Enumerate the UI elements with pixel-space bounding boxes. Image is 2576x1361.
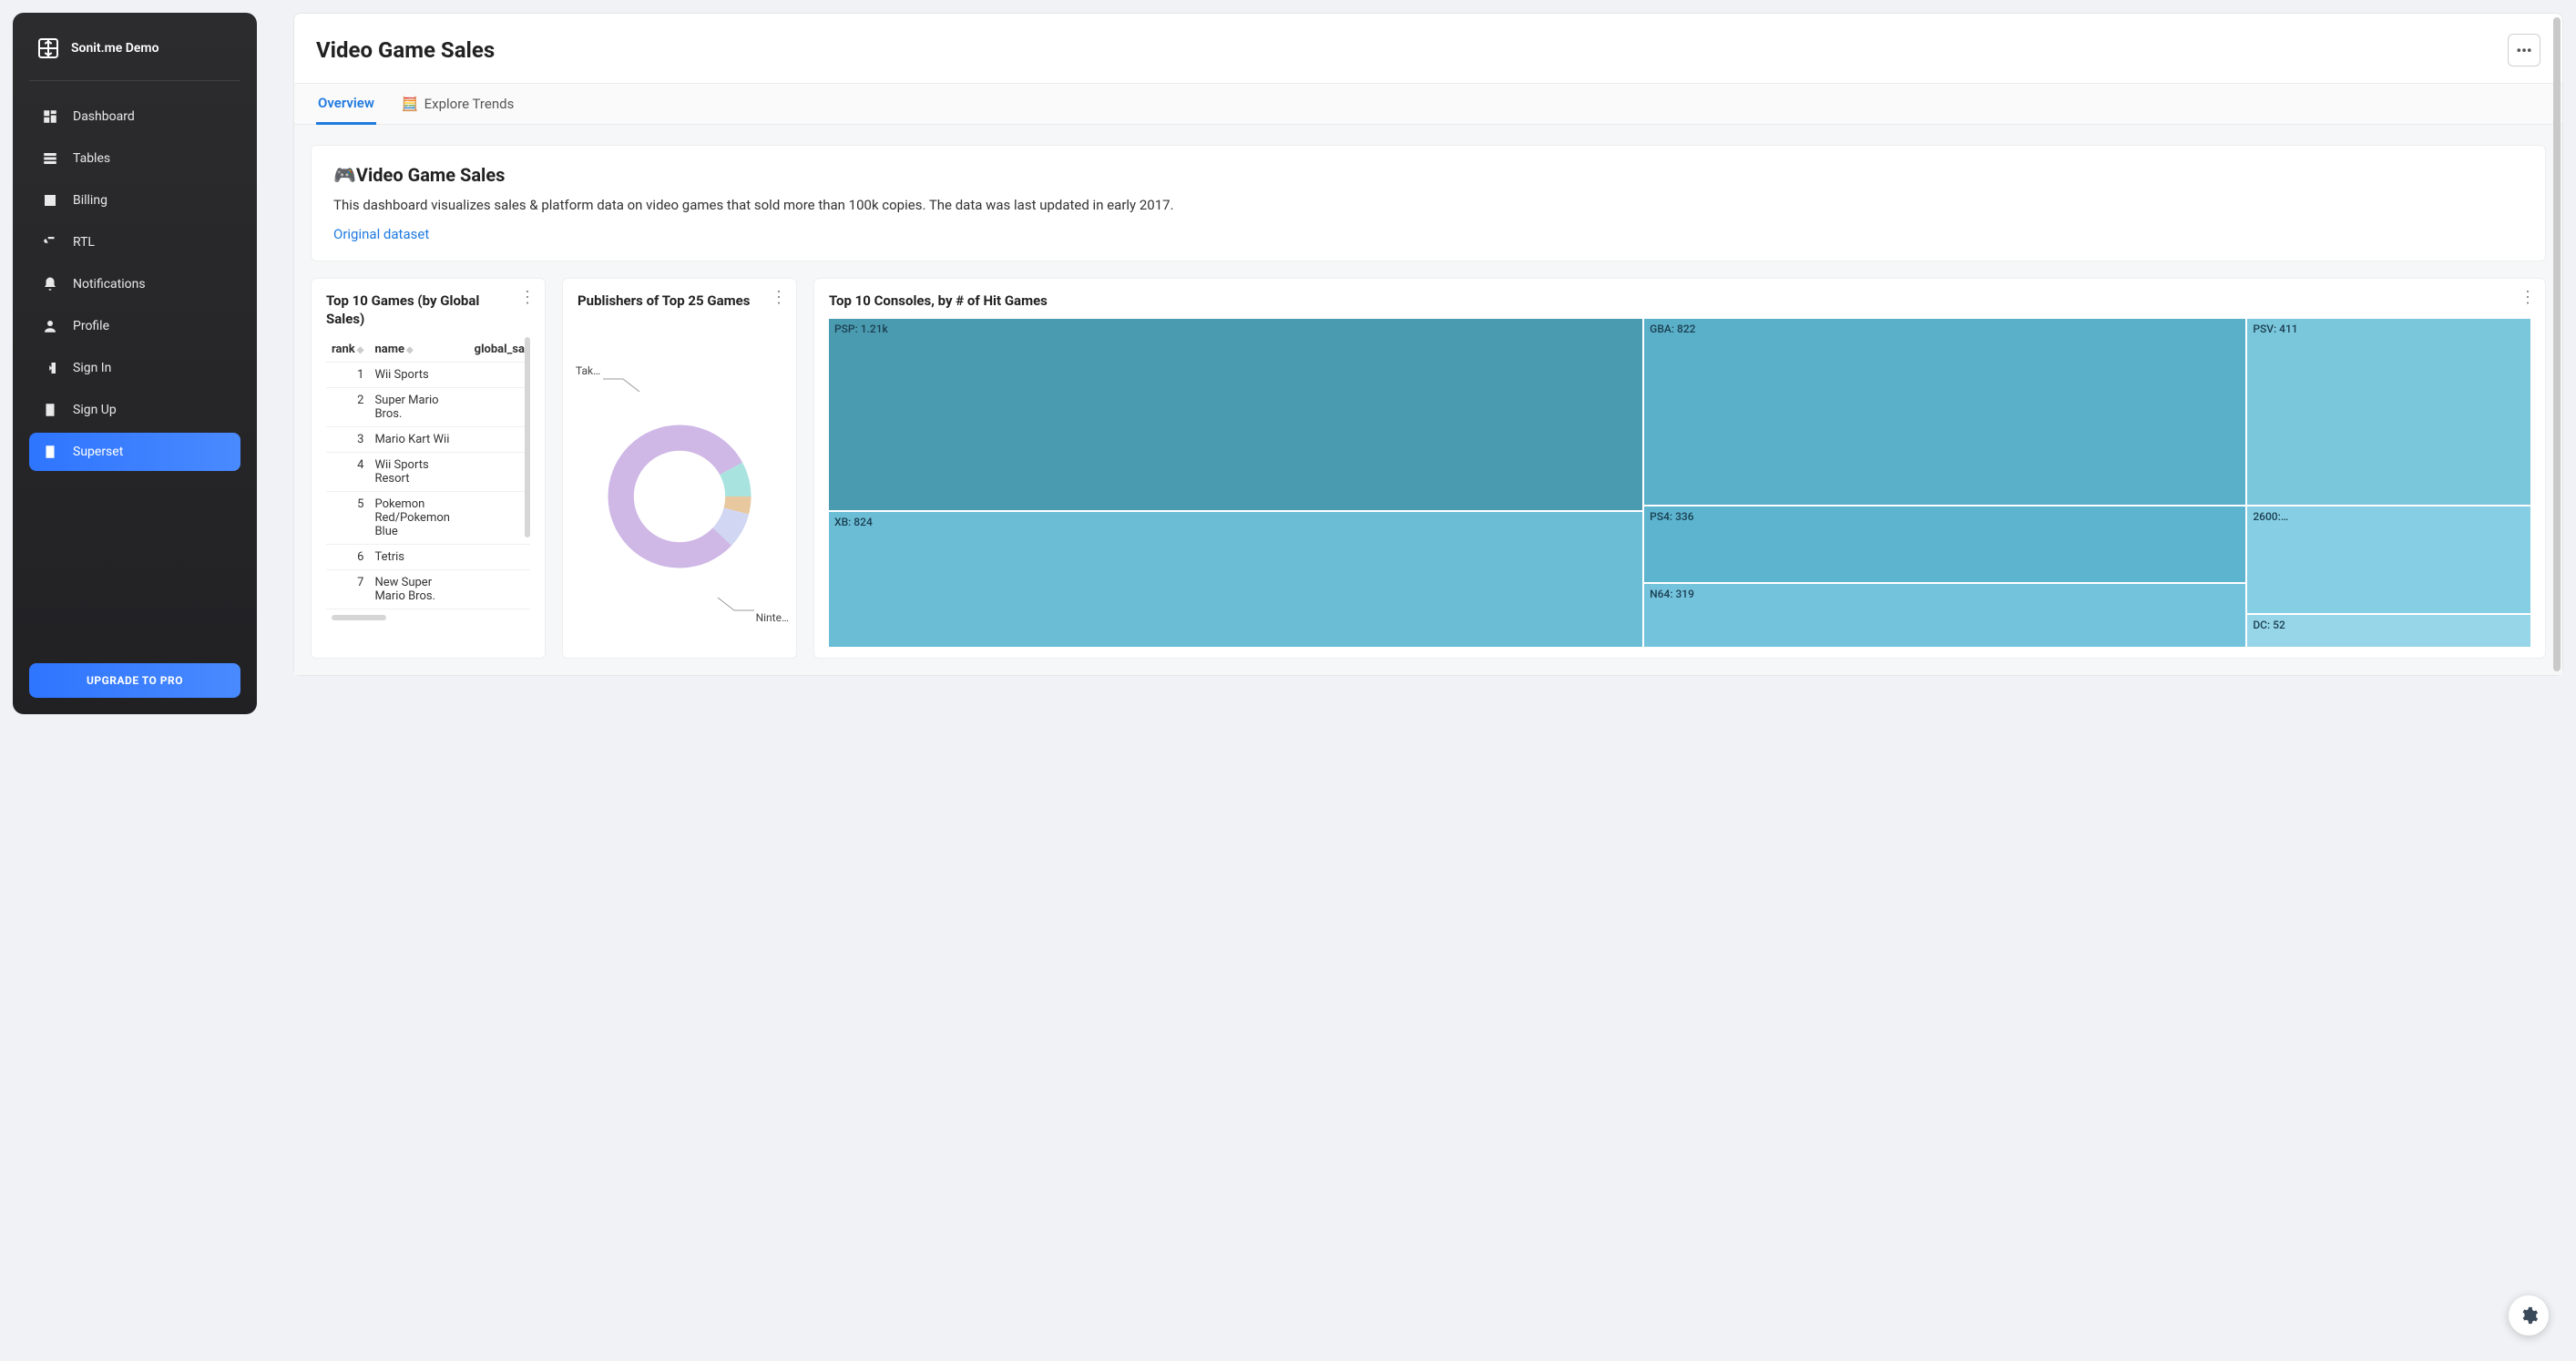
panels-row: ⋮ Top 10 Games (by Global Sales) rank◆ n…: [311, 278, 2546, 659]
tables-icon: [42, 150, 58, 167]
nav-rtl[interactable]: RTL: [29, 223, 240, 261]
page-more-button[interactable]: •••: [2508, 34, 2540, 67]
nav-profile[interactable]: Profile: [29, 307, 240, 345]
treemap-cell-gba[interactable]: GBA: 822: [1644, 319, 2245, 505]
nav-label: Sign Up: [73, 403, 117, 417]
donut-svg: [602, 419, 757, 574]
nav-sign-in[interactable]: Sign In: [29, 349, 240, 387]
panel-menu-button[interactable]: ⋮: [519, 290, 536, 306]
treemap-chart: PSP: 1.21k XB: 824 GBA: 822 PS4: 336 N64…: [829, 319, 2530, 647]
sidebar: Sonit.me Demo Dashboard Tables Billing R…: [13, 13, 257, 714]
tabs: Overview 🧮 Explore Trends: [294, 83, 2562, 125]
donut-label-top: Tak…: [576, 364, 600, 377]
nav-superset[interactable]: Superset: [29, 433, 240, 471]
nav: Dashboard Tables Billing RTL Notificatio…: [29, 97, 240, 663]
ellipsis-icon: •••: [2516, 42, 2531, 59]
treemap-cell-dc[interactable]: DC: 52: [2247, 615, 2530, 647]
col-rank[interactable]: rank◆: [326, 337, 369, 363]
table-horizontal-scrollbar[interactable]: [332, 615, 386, 620]
table-row[interactable]: 7New Super Mario Bros.: [326, 570, 530, 609]
intro-text: This dashboard visualizes sales & platfo…: [333, 195, 2523, 216]
nav-label: Dashboard: [73, 109, 135, 124]
nav-notifications[interactable]: Notifications: [29, 265, 240, 303]
brand-logo-icon: [35, 35, 62, 62]
gear-icon: [2519, 1305, 2539, 1325]
table-row[interactable]: 3Mario Kart Wii: [326, 427, 530, 453]
nav-label: Billing: [73, 193, 107, 208]
table-body: 1Wii Sports 2Super Mario Bros. 3Mario Ka…: [326, 363, 530, 609]
brand: Sonit.me Demo: [29, 29, 240, 81]
superset-icon: [42, 444, 58, 460]
panel-title: Top 10 Games (by Global Sales): [326, 292, 530, 329]
col-global-sales[interactable]: global_sa: [469, 337, 530, 363]
trends-emoji-icon: 🧮: [402, 96, 419, 112]
treemap-cell-psp[interactable]: PSP: 1.21k: [829, 319, 1642, 510]
treemap-cell-2600[interactable]: 2600:…: [2247, 507, 2530, 612]
scrollbar[interactable]: [2553, 17, 2561, 671]
sign-up-icon: [42, 402, 58, 418]
panel-top-games: ⋮ Top 10 Games (by Global Sales) rank◆ n…: [311, 278, 546, 659]
original-dataset-link[interactable]: Original dataset: [333, 226, 429, 242]
nav-label: Tables: [73, 151, 110, 166]
panel-menu-button[interactable]: ⋮: [2520, 290, 2536, 306]
nav-label: Sign In: [73, 361, 111, 375]
table-scroll: rank◆ name◆ global_sa 1Wii Sports 2Super…: [326, 337, 530, 609]
top-games-table: rank◆ name◆ global_sa 1Wii Sports 2Super…: [326, 337, 530, 609]
tab-label: Explore Trends: [424, 96, 515, 112]
billing-icon: [42, 192, 58, 209]
table-row[interactable]: 2Super Mario Bros.: [326, 388, 530, 427]
nav-label: Superset: [73, 445, 123, 459]
table-vertical-scrollbar[interactable]: [525, 337, 530, 537]
treemap-cell-psv[interactable]: PSV: 411: [2247, 319, 2530, 505]
content: 🎮Video Game Sales This dashboard visuali…: [294, 125, 2562, 675]
nav-billing[interactable]: Billing: [29, 181, 240, 220]
leader-line: [603, 375, 649, 394]
sign-in-icon: [42, 360, 58, 376]
nav-sign-up[interactable]: Sign Up: [29, 391, 240, 429]
nav-tables[interactable]: Tables: [29, 139, 240, 178]
donut-chart: Tak… Ninte…: [578, 346, 782, 647]
dashboard-icon: [42, 108, 58, 125]
tab-overview[interactable]: Overview: [316, 84, 376, 125]
nav-label: Profile: [73, 319, 109, 333]
rtl-icon: [42, 234, 58, 251]
treemap-cell-xb[interactable]: XB: 824: [829, 512, 1642, 647]
nav-label: Notifications: [73, 277, 146, 292]
profile-icon: [42, 318, 58, 334]
nav-dashboard[interactable]: Dashboard: [29, 97, 240, 136]
donut-label-bottom: Ninte…: [756, 611, 789, 624]
nav-label: RTL: [73, 235, 95, 250]
treemap-cell-n64[interactable]: N64: 319: [1644, 584, 2245, 647]
panel-menu-button[interactable]: ⋮: [771, 290, 787, 306]
upgrade-button[interactable]: UPGRADE TO PRO: [29, 663, 240, 698]
page-title: Video Game Sales: [316, 37, 495, 63]
panel-title: Top 10 Consoles, by # of Hit Games: [829, 292, 2530, 310]
intro-card: 🎮Video Game Sales This dashboard visuali…: [311, 145, 2546, 261]
brand-title: Sonit.me Demo: [71, 41, 159, 56]
panel-consoles: ⋮ Top 10 Consoles, by # of Hit Games PSP…: [813, 278, 2546, 659]
table-row[interactable]: 5Pokemon Red/Pokemon Blue: [326, 492, 530, 545]
table-row[interactable]: 6Tetris: [326, 545, 530, 570]
settings-fab[interactable]: [2509, 1295, 2549, 1335]
page-header: Video Game Sales •••: [294, 14, 2562, 83]
leader-line: [709, 596, 754, 614]
treemap-cell-ps4[interactable]: PS4: 336: [1644, 507, 2245, 582]
panel-title: Publishers of Top 25 Games: [578, 292, 782, 310]
page-card: Video Game Sales ••• Overview 🧮 Explore …: [293, 13, 2563, 676]
panel-publishers: ⋮ Publishers of Top 25 Games Tak…: [562, 278, 797, 659]
intro-title: 🎮Video Game Sales: [333, 164, 2523, 186]
table-row[interactable]: 4Wii Sports Resort: [326, 453, 530, 492]
bell-icon: [42, 276, 58, 292]
col-name[interactable]: name◆: [369, 337, 468, 363]
table-row[interactable]: 1Wii Sports: [326, 363, 530, 388]
tab-explore-trends[interactable]: 🧮 Explore Trends: [400, 84, 516, 124]
main: Video Game Sales ••• Overview 🧮 Explore …: [293, 13, 2563, 714]
